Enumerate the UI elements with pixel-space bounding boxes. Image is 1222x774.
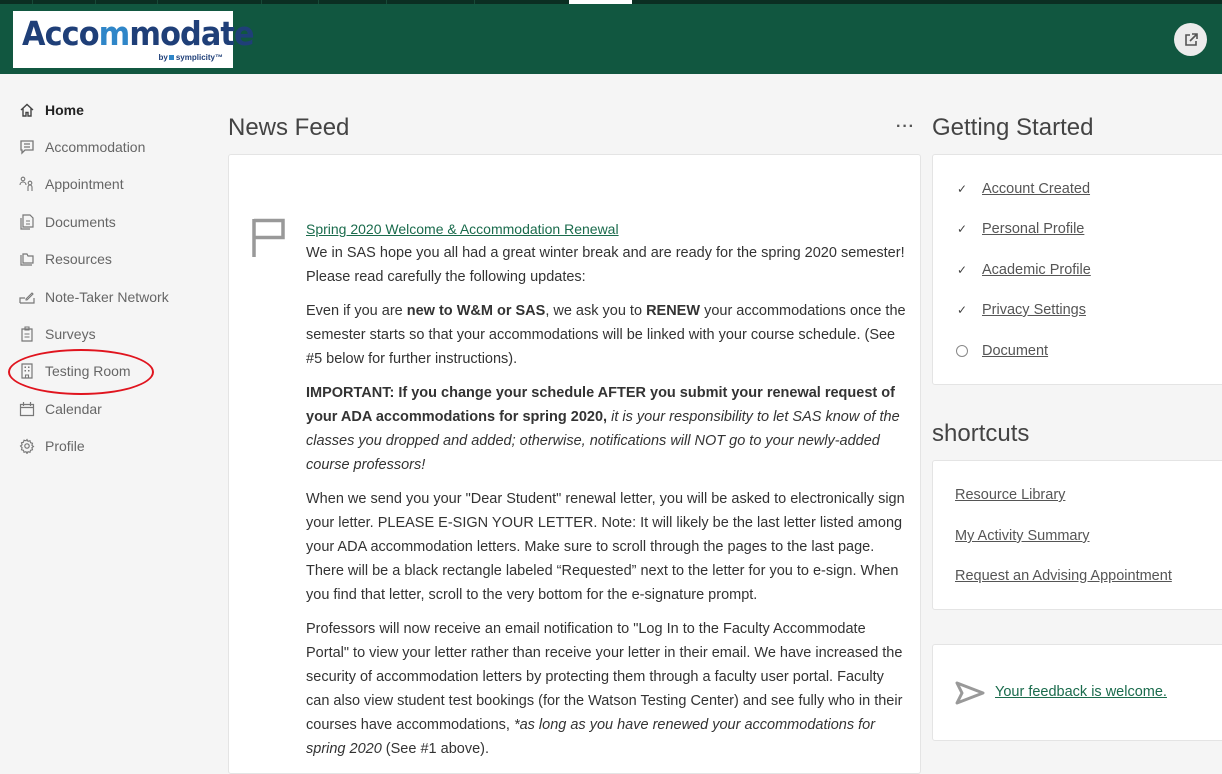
check-icon: ✓	[956, 222, 968, 236]
text: , we ask you to	[545, 303, 647, 319]
bold-text: RENEW	[646, 303, 701, 319]
sidebar-item-accommodation[interactable]: Accommodation	[18, 135, 145, 159]
sidebar-item-label: Surveys	[45, 326, 96, 342]
news-post-title-link[interactable]: Spring 2020 Welcome & Accommodation Rene…	[306, 217, 906, 241]
sidebar-item-label: Testing Room	[45, 363, 131, 379]
check-icon: ✓	[956, 263, 968, 277]
external-link-button[interactable]	[1174, 23, 1207, 56]
getting-started-item: ✓ Privacy Settings	[955, 300, 1086, 320]
news-paragraph: When we send you your "Dear Student" ren…	[306, 491, 905, 603]
app-header: Accommodate by symplicity™	[0, 4, 1222, 74]
documents-icon	[18, 213, 36, 231]
logo-text: modate	[129, 14, 254, 53]
news-paragraph: Even if you are new to W&M or SAS, we as…	[306, 299, 906, 371]
sidebar-item-label: Calendar	[45, 401, 102, 417]
people-icon	[18, 175, 36, 193]
getting-started-item: ✓ Account Created	[955, 179, 1090, 199]
folders-icon	[18, 250, 36, 268]
sidebar-item-label: Documents	[45, 214, 116, 230]
sidebar-item-label: Resources	[45, 251, 112, 267]
signature-icon	[18, 288, 36, 306]
sidebar-item-note-taker-network[interactable]: Note-Taker Network	[18, 285, 169, 309]
sidebar-item-profile[interactable]: Profile	[18, 434, 85, 458]
text: (See #1 above).	[381, 741, 489, 757]
home-icon	[18, 101, 36, 119]
getting-started-item: Document	[955, 341, 1048, 361]
logo-wordmark: Accommodate	[22, 14, 255, 53]
resource-library-link[interactable]: Resource Library	[955, 487, 1065, 503]
message-list-icon	[18, 138, 36, 156]
building-icon	[18, 362, 36, 380]
feedback-link[interactable]: Your feedback is welcome.	[995, 684, 1167, 700]
personal-profile-link[interactable]: Personal Profile	[982, 221, 1084, 237]
news-feed-card: Spring 2020 Welcome & Accommodation Rene…	[228, 154, 921, 774]
external-link-icon	[1184, 32, 1198, 46]
sidebar-item-testing-room[interactable]: Testing Room	[18, 359, 131, 383]
pending-circle-icon	[955, 345, 969, 357]
news-paragraph: Professors will now receive an email not…	[306, 617, 906, 761]
flag-icon	[252, 218, 285, 257]
sidebar-item-label: Home	[45, 102, 84, 118]
sidebar-item-label: Note-Taker Network	[45, 289, 169, 305]
accommodate-logo[interactable]: Accommodate by symplicity™	[13, 11, 255, 68]
news-feed-more-button[interactable]: ···	[896, 118, 915, 136]
logo-text-m: m	[98, 14, 131, 53]
logo-by: by	[158, 53, 168, 62]
logo-byline: by symplicity™	[159, 53, 223, 62]
sidebar-item-calendar[interactable]: Calendar	[18, 397, 102, 421]
send-icon	[955, 681, 985, 705]
calendar-icon	[18, 400, 36, 418]
account-created-link[interactable]: Account Created	[982, 181, 1090, 197]
getting-started-title: Getting Started	[932, 114, 1094, 141]
gear-icon	[18, 437, 36, 455]
clipboard-icon	[18, 325, 36, 343]
document-link[interactable]: Document	[982, 343, 1048, 359]
privacy-settings-link[interactable]: Privacy Settings	[982, 302, 1086, 318]
check-icon: ✓	[956, 182, 968, 196]
news-feed-title: News Feed	[228, 114, 350, 141]
sidebar-item-documents[interactable]: Documents	[18, 210, 116, 234]
sidebar-item-label: Accommodation	[45, 139, 146, 155]
sidebar-item-surveys[interactable]: Surveys	[18, 322, 96, 346]
getting-started-card: ✓ Account Created ✓ Personal Profile ✓ Acad…	[932, 154, 1222, 385]
shortcuts-title: shortcuts	[932, 420, 1030, 447]
logo-text: Acco	[22, 14, 100, 53]
request-advising-appointment-link[interactable]: Request an Advising Appointment	[955, 568, 1172, 584]
my-activity-summary-link[interactable]: My Activity Summary	[955, 528, 1090, 544]
news-paragraph: IMPORTANT: If you change your schedule A…	[306, 381, 906, 477]
sidebar-item-home[interactable]: Home	[18, 98, 84, 122]
sidebar-item-resources[interactable]: Resources	[18, 247, 112, 271]
academic-profile-link[interactable]: Academic Profile	[982, 262, 1091, 278]
shortcuts-card: Resource Library My Activity Summary Req…	[932, 460, 1222, 610]
news-paragraph: We in SAS hope you all had a great winte…	[306, 245, 905, 285]
getting-started-item: ✓ Academic Profile	[955, 260, 1091, 280]
symplicity-square-icon	[168, 55, 174, 60]
logo-brand: symplicity™	[175, 53, 223, 62]
sidebar-item-label: Appointment	[45, 176, 124, 192]
text: Even if you are	[306, 303, 407, 319]
feedback-card: Your feedback is welcome.	[932, 644, 1222, 741]
check-icon: ✓	[956, 303, 968, 317]
sidebar-item-appointment[interactable]: Appointment	[18, 172, 124, 196]
getting-started-item: ✓ Personal Profile	[955, 219, 1084, 239]
sidebar-item-label: Profile	[45, 438, 85, 454]
bold-text: new to W&M or SAS	[406, 303, 546, 319]
news-post: Spring 2020 Welcome & Accommodation Rene…	[306, 217, 906, 771]
